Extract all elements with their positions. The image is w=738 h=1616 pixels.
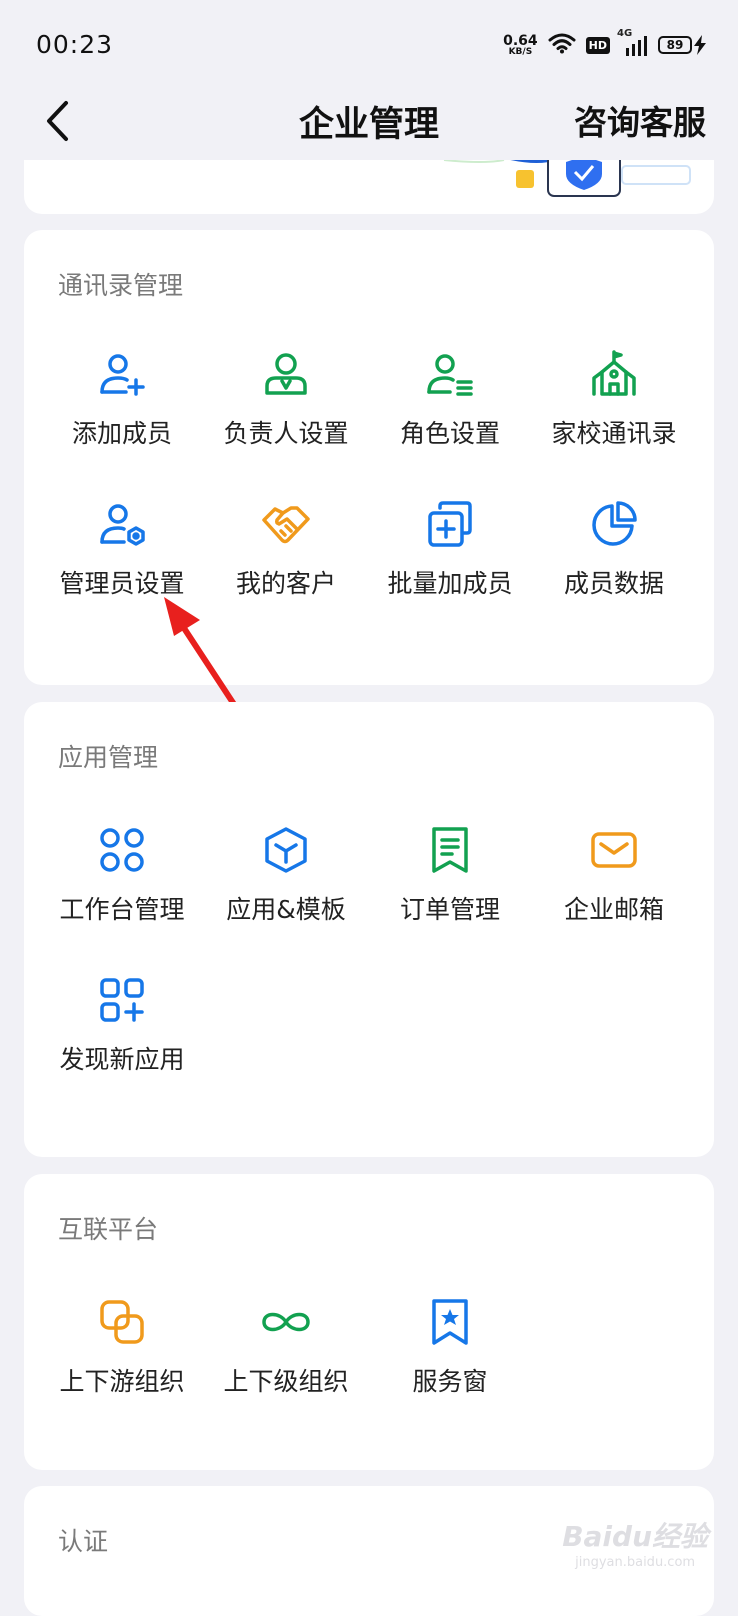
discover-apps-icon [94,972,150,1028]
admin-settings-item[interactable]: 管理员设置 [40,488,204,638]
section-title-contacts: 通讯录管理 [58,271,184,300]
service-window-label: 服务窗 [412,1367,488,1396]
person-in-charge-icon [258,346,314,402]
handshake-icon [258,496,314,552]
status-icons: 0.64 KB/S HD 4G 89 [503,28,708,60]
back-button[interactable] [36,96,80,146]
my-customers-item[interactable]: 我的客户 [204,488,368,638]
signal-icon: 4G [617,28,648,56]
section-title-certification: 认证 [58,1527,109,1556]
net-speed-value: 0.64 [503,32,538,49]
order-management-item[interactable]: 订单管理 [368,814,532,964]
watermark: Baidu经验 jingyan.baidu.com [562,1515,708,1570]
net-speed-unit: KB/S [508,46,533,57]
net-speed: 0.64 KB/S [503,34,538,57]
status-bar: 00:23 0.64 KB/S HD 4G 89 [0,0,738,88]
cube-icon [258,822,314,878]
status-time: 00:23 [36,30,114,59]
interconnect-grid: 上下游组织 上下级组织 服务窗 [24,1286,714,1436]
pie-chart-icon [586,496,642,552]
consult-service-button[interactable]: 咨询客服 [574,96,706,144]
workbench-icon [94,822,150,878]
superior-subordinate-org-label: 上下级组织 [223,1367,349,1396]
school-icon [586,346,642,402]
superior-subordinate-org-item[interactable]: 上下级组织 [204,1286,368,1436]
school-contacts-item[interactable]: 家校通讯录 [532,338,696,488]
enterprise-mail-item[interactable]: 企业邮箱 [532,814,696,964]
contacts-management-card: 通讯录管理 添加成员 负责人设置 角色设置 家校通讯录 管理员设置 我的客户 批… [24,230,714,685]
order-management-label: 订单管理 [399,895,500,924]
battery-icon: 89 [658,34,708,56]
workbench-management-label: 工作台管理 [59,895,185,924]
hd-badge: HD [585,36,610,54]
banner-card[interactable] [24,160,714,214]
section-title-interconnect: 互联平台 [58,1215,159,1244]
role-icon [422,346,478,402]
role-settings-label: 角色设置 [399,419,500,448]
person-in-charge-item[interactable]: 负责人设置 [204,338,368,488]
nav-bar: 企业管理 咨询客服 [0,88,738,160]
link-icon [94,1294,150,1350]
discover-apps-item[interactable]: 发现新应用 [40,964,204,1114]
chevron-left-icon [47,101,68,141]
workbench-management-item[interactable]: 工作台管理 [40,814,204,964]
watermark-sub: jingyan.baidu.com [575,1555,696,1570]
service-window-item[interactable]: 服务窗 [368,1286,532,1436]
wifi-icon [548,32,576,58]
infinity-icon [258,1294,314,1350]
page-title: 企业管理 [298,105,439,145]
contacts-grid: 添加成员 负责人设置 角色设置 家校通讯录 管理员设置 我的客户 批量加成员 成… [24,338,714,638]
admin-settings-label: 管理员设置 [59,569,185,598]
member-data-label: 成员数据 [563,569,664,598]
member-data-item[interactable]: 成员数据 [532,488,696,638]
discover-apps-label: 发现新应用 [59,1045,185,1074]
order-icon [422,822,478,878]
banner-illustration [443,160,691,197]
watermark-text: Baidu经验 [562,1520,708,1553]
mail-icon [586,822,642,878]
batch-add-members-item[interactable]: 批量加成员 [368,488,532,638]
add-member-item[interactable]: 添加成员 [40,338,204,488]
upstream-downstream-org-label: 上下游组织 [59,1367,185,1396]
upstream-downstream-org-item[interactable]: 上下游组织 [40,1286,204,1436]
interconnect-platform-card: 互联平台 上下游组织 上下级组织 服务窗 [24,1174,714,1470]
batch-add-icon [422,496,478,552]
role-settings-item[interactable]: 角色设置 [368,338,532,488]
add-member-label: 添加成员 [71,419,172,448]
school-contacts-label: 家校通讯录 [551,419,677,448]
apps-templates-item[interactable]: 应用&模板 [204,814,368,964]
batch-add-members-label: 批量加成员 [387,569,513,598]
admin-settings-icon [94,496,150,552]
section-title-apps: 应用管理 [58,743,159,772]
person-in-charge-label: 负责人设置 [223,419,349,448]
battery-level: 89 [658,36,692,54]
apps-grid: 工作台管理 应用&模板 订单管理 企业邮箱 发现新应用 [24,814,714,1114]
apps-templates-label: 应用&模板 [226,895,346,924]
charging-icon [694,35,706,55]
network-type: 4G [617,28,633,39]
add-user-icon [94,346,150,402]
my-customers-label: 我的客户 [235,569,336,598]
bookmark-star-icon [422,1294,478,1350]
enterprise-mail-label: 企业邮箱 [563,895,664,924]
app-management-card: 应用管理 工作台管理 应用&模板 订单管理 企业邮箱 发现新应用 [24,702,714,1157]
